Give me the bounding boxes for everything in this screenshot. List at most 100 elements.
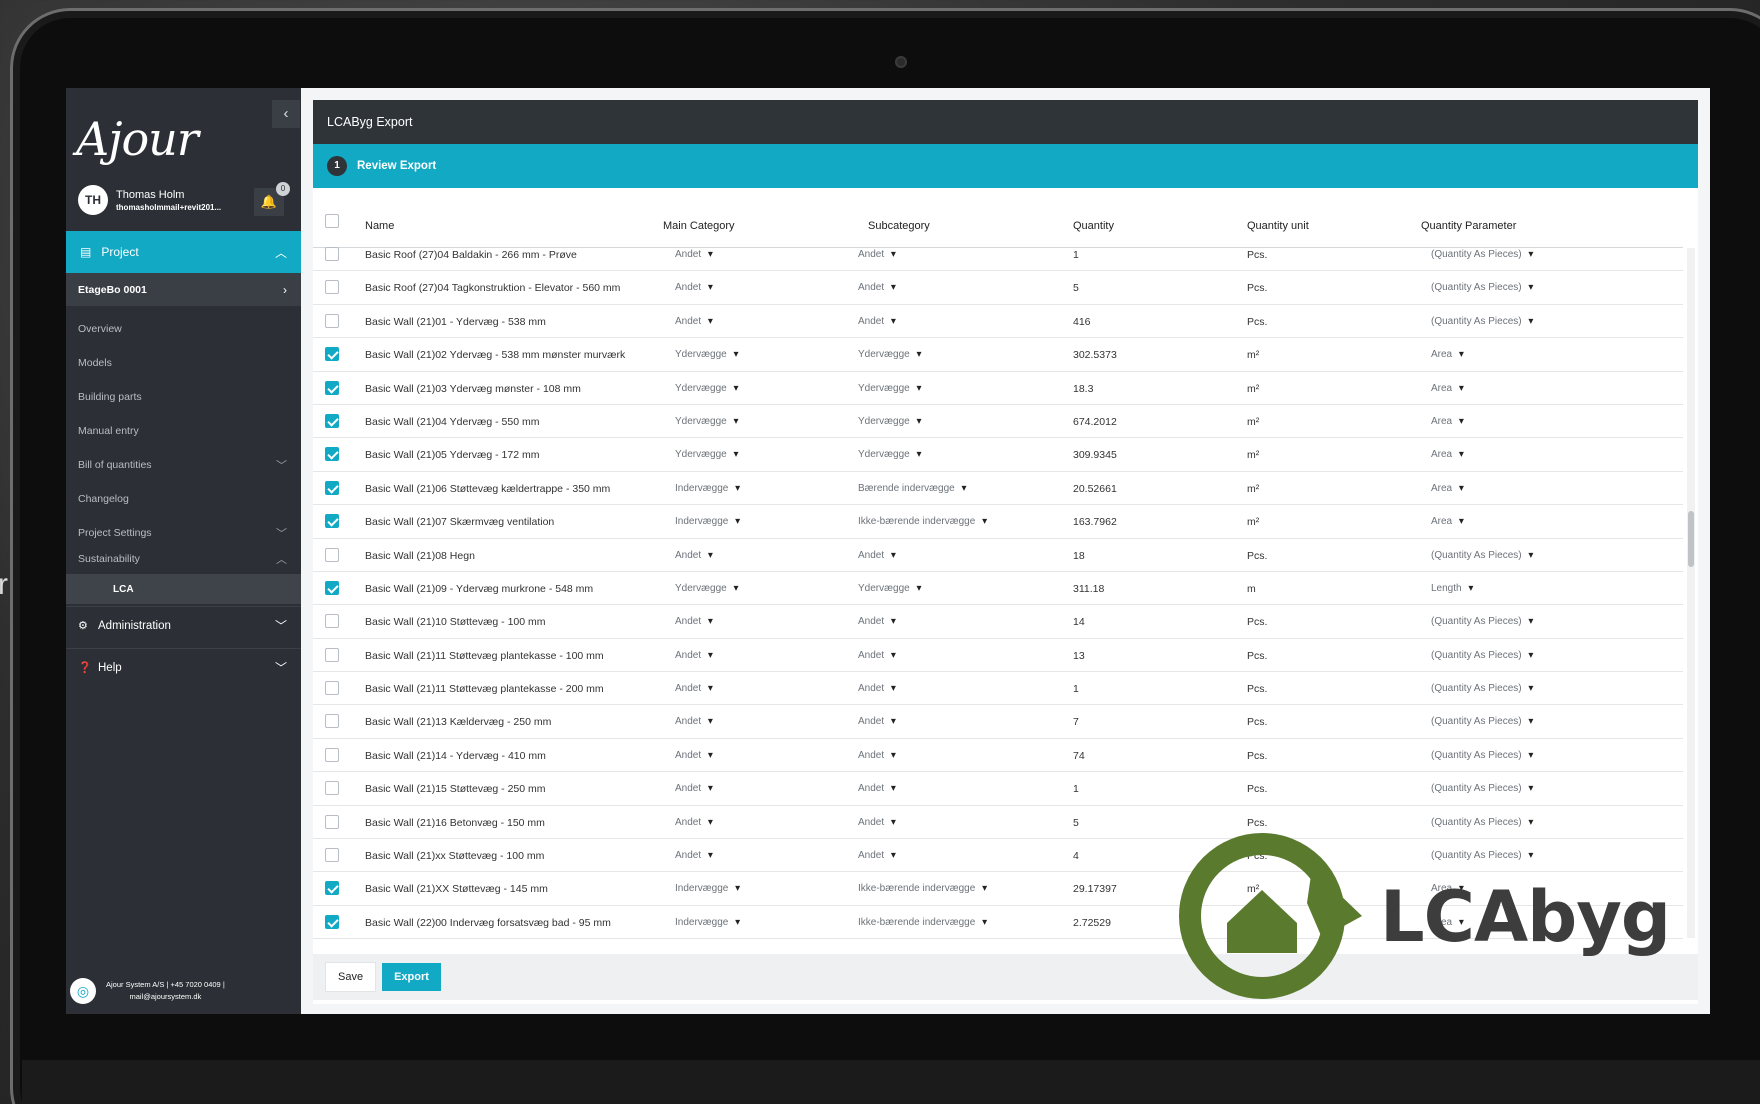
table-row[interactable]: Basic Wall (21)14 - Ydervæg - 410 mm Ande… — [313, 739, 1683, 773]
main-category-dropdown[interactable]: Indervægge — [675, 483, 740, 494]
table-row[interactable]: Basic Wall (21)13 Kældervæg - 250 mm Ande… — [313, 705, 1683, 739]
quantity-parameter-dropdown[interactable]: (Quantity As Pieces) — [1431, 282, 1533, 293]
scrollbar-thumb[interactable] — [1688, 511, 1694, 567]
quantity-parameter-dropdown[interactable]: (Quantity As Pieces) — [1431, 783, 1533, 794]
quantity-parameter-dropdown[interactable]: (Quantity As Pieces) — [1431, 817, 1533, 828]
quantity-parameter-dropdown[interactable]: Length — [1431, 583, 1473, 594]
subcategory-dropdown[interactable]: Ikke-bærende indervægge — [858, 883, 987, 894]
main-category-dropdown[interactable]: Andet — [675, 716, 713, 727]
main-category-dropdown[interactable]: Indervægge — [675, 516, 740, 527]
subcategory-dropdown[interactable]: Andet — [858, 683, 896, 694]
column-header-quantity[interactable]: Quantity — [1073, 220, 1114, 232]
quantity-parameter-dropdown[interactable]: Area — [1431, 383, 1464, 394]
row-checkbox[interactable] — [325, 647, 339, 662]
subcategory-dropdown[interactable]: Andet — [858, 316, 896, 327]
row-checkbox[interactable] — [325, 547, 339, 562]
main-category-dropdown[interactable]: Ydervægge — [675, 583, 739, 594]
main-category-dropdown[interactable]: Andet — [675, 817, 713, 828]
subcategory-dropdown[interactable]: Ydervægge — [858, 583, 922, 594]
column-header-subcategory[interactable]: Subcategory — [868, 220, 930, 232]
quantity-parameter-dropdown[interactable]: (Quantity As Pieces) — [1431, 550, 1533, 561]
subcategory-dropdown[interactable]: Bærende indervægge — [858, 483, 967, 494]
main-category-dropdown[interactable]: Andet — [675, 750, 713, 761]
row-checkbox[interactable] — [325, 447, 339, 462]
subcategory-dropdown[interactable]: Ikke-bærende indervægge — [858, 917, 987, 928]
column-header-quantity-unit[interactable]: Quantity unit — [1247, 220, 1309, 232]
table-row[interactable]: Basic Wall (21)09 - Ydervæg murkrone - 5… — [313, 572, 1683, 606]
main-category-dropdown[interactable]: Ydervægge — [675, 416, 739, 427]
quantity-parameter-dropdown[interactable]: (Quantity As Pieces) — [1431, 616, 1533, 627]
main-category-dropdown[interactable]: Indervægge — [675, 883, 740, 894]
table-row[interactable]: Basic Wall (21)11 Støttevæg plantekasse … — [313, 639, 1683, 673]
row-checkbox[interactable] — [325, 347, 339, 362]
quantity-parameter-dropdown[interactable]: (Quantity As Pieces) — [1431, 249, 1533, 260]
table-row[interactable]: Basic Wall (21)06 Støttevæg kældertrappe… — [313, 472, 1683, 506]
subcategory-dropdown[interactable]: Andet — [858, 550, 896, 561]
row-checkbox[interactable] — [325, 848, 339, 863]
subcategory-dropdown[interactable]: Andet — [858, 783, 896, 794]
subcategory-dropdown[interactable]: Andet — [858, 850, 896, 861]
quantity-parameter-dropdown[interactable]: Area — [1431, 516, 1464, 527]
column-header-quantity-parameter[interactable]: Quantity Parameter — [1421, 220, 1516, 232]
row-checkbox[interactable] — [325, 714, 339, 729]
table-row[interactable]: Basic Wall (21)11 Støttevæg plantekasse … — [313, 672, 1683, 706]
table-row[interactable]: Basic Wall (21)07 Skærmvæg ventilation In… — [313, 505, 1683, 539]
table-row[interactable]: Basic Wall (21)05 Ydervæg - 172 mm Ydervæ… — [313, 438, 1683, 472]
row-checkbox[interactable] — [325, 614, 339, 629]
sidebar-item-sustainability[interactable]: Sustainability ︿ — [66, 544, 301, 574]
row-checkbox[interactable] — [325, 914, 339, 929]
table-row[interactable]: Basic Wall (21)10 Støttevæg - 100 mm Ande… — [313, 605, 1683, 639]
table-row[interactable]: Basic Wall (21)08 Hegn Andet Andet 18 Pcs. (Q… — [313, 539, 1683, 572]
select-all-checkbox[interactable] — [325, 214, 339, 228]
row-checkbox[interactable] — [325, 413, 339, 428]
bell-icon[interactable]: 🔔 0 — [254, 182, 290, 216]
main-category-dropdown[interactable]: Andet — [675, 683, 713, 694]
main-category-dropdown[interactable]: Andet — [675, 650, 713, 661]
subcategory-dropdown[interactable]: Andet — [858, 249, 896, 260]
main-category-dropdown[interactable]: Andet — [675, 783, 713, 794]
row-checkbox[interactable] — [325, 380, 339, 395]
main-category-dropdown[interactable]: Andet — [675, 316, 713, 327]
table-row[interactable]: Basic Roof (27)04 Baldakin - 266 mm - Pr… — [313, 238, 1683, 272]
main-category-dropdown[interactable]: Andet — [675, 550, 713, 561]
row-checkbox[interactable] — [325, 814, 339, 829]
quantity-parameter-dropdown[interactable]: Area — [1431, 416, 1464, 427]
subcategory-dropdown[interactable]: Andet — [858, 817, 896, 828]
quantity-parameter-dropdown[interactable]: Area — [1431, 483, 1464, 494]
main-category-dropdown[interactable]: Indervægge — [675, 917, 740, 928]
nav-administration[interactable]: ⚙ Administration ﹀ — [66, 606, 301, 644]
row-checkbox[interactable] — [325, 681, 339, 696]
main-category-dropdown[interactable]: Ydervægge — [675, 449, 739, 460]
subcategory-dropdown[interactable]: Ikke-bærende indervægge — [858, 516, 987, 527]
table-row[interactable]: Basic Wall (21)02 Ydervæg - 538 mm mønst… — [313, 338, 1683, 372]
sidebar-item-overview[interactable]: Overview — [66, 314, 301, 344]
sidebar-item-building-parts[interactable]: Building parts — [66, 382, 301, 412]
column-header-main-category[interactable]: Main Category — [663, 220, 735, 232]
row-checkbox[interactable] — [325, 514, 339, 529]
row-checkbox[interactable] — [325, 480, 339, 495]
subcategory-dropdown[interactable]: Andet — [858, 716, 896, 727]
user-profile[interactable]: TH Thomas Holm thomasholmmail+revit201..… — [78, 185, 221, 215]
save-button[interactable]: Save — [325, 962, 377, 992]
chevron-left-icon[interactable]: ‹ — [272, 100, 300, 128]
column-header-name[interactable]: Name — [365, 220, 394, 232]
quantity-parameter-dropdown[interactable]: Area — [1431, 449, 1464, 460]
subcategory-dropdown[interactable]: Andet — [858, 616, 896, 627]
main-category-dropdown[interactable]: Ydervægge — [675, 349, 739, 360]
sidebar-item-changelog[interactable]: Changelog — [66, 484, 301, 514]
main-category-dropdown[interactable]: Andet — [675, 616, 713, 627]
table-row[interactable]: Basic Roof (27)04 Tagkonstruktion - Elev… — [313, 271, 1683, 305]
subcategory-dropdown[interactable]: Ydervægge — [858, 349, 922, 360]
sidebar-item-bill-of-quantities[interactable]: Bill of quantities ﹀ — [66, 450, 301, 480]
nav-project-name[interactable]: EtageBo 0001 › — [66, 273, 301, 306]
row-checkbox[interactable] — [325, 781, 339, 796]
row-checkbox[interactable] — [325, 247, 339, 261]
subcategory-dropdown[interactable]: Ydervægge — [858, 449, 922, 460]
table-row[interactable]: Basic Wall (21)03 Ydervæg mønster - 108 … — [313, 372, 1683, 405]
table-row[interactable]: Basic Wall (21)04 Ydervæg - 550 mm Ydervæ… — [313, 405, 1683, 439]
row-checkbox[interactable] — [325, 313, 339, 328]
quantity-parameter-dropdown[interactable]: (Quantity As Pieces) — [1431, 683, 1533, 694]
nav-project[interactable]: ▤ Project ︿ — [66, 231, 301, 273]
export-button[interactable]: Export — [382, 963, 441, 991]
subcategory-dropdown[interactable]: Andet — [858, 750, 896, 761]
